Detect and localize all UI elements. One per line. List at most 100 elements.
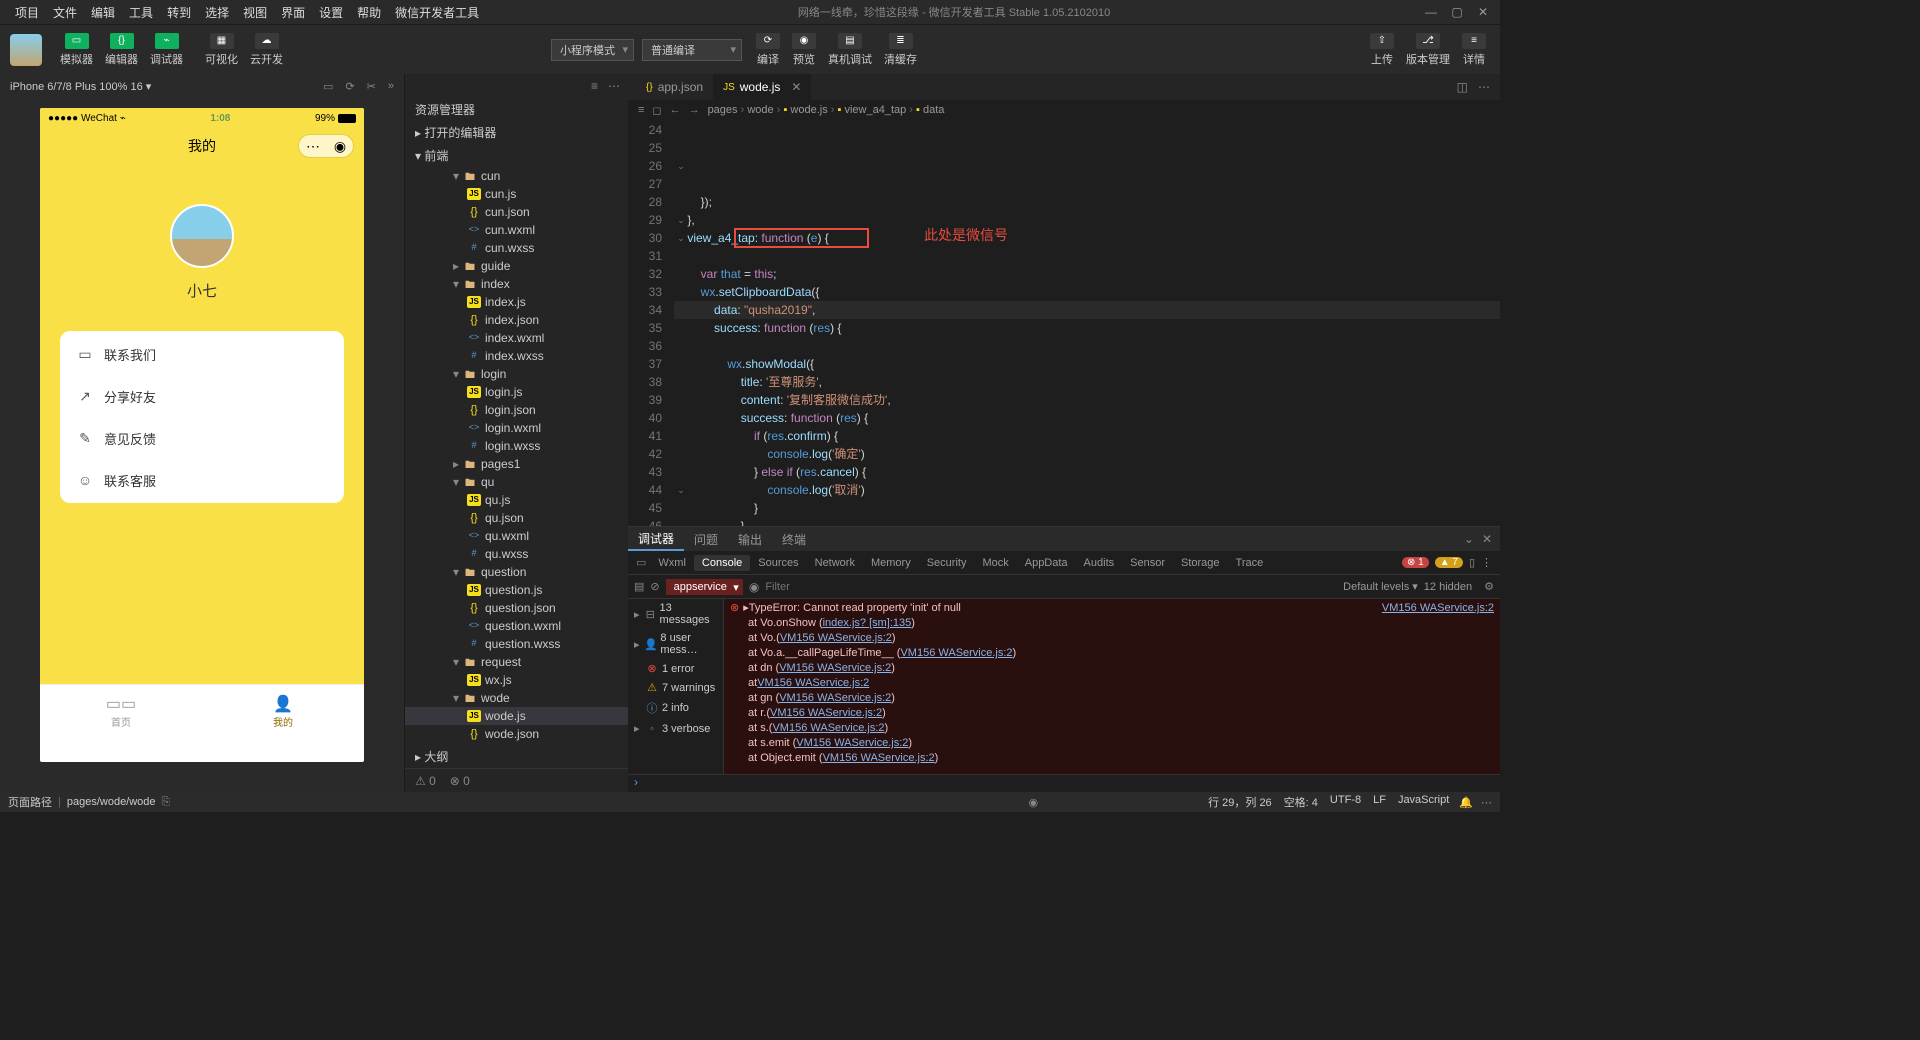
tree-request[interactable]: ▾🖿request: [405, 653, 628, 671]
inspect-icon[interactable]: ▭: [636, 556, 646, 569]
tree-cun.wxss[interactable]: #cun.wxss: [405, 239, 628, 257]
menu-微信开发者工具[interactable]: 微信开发者工具: [388, 4, 486, 21]
dev-Console[interactable]: Console: [694, 555, 750, 571]
explorer-menu-icon[interactable]: ≡: [591, 79, 598, 93]
menu-帮助[interactable]: 帮助: [350, 4, 388, 21]
status-path[interactable]: pages/wode/wode: [67, 796, 156, 808]
menu-工具[interactable]: 工具: [122, 4, 160, 21]
warn-icon[interactable]: ⚠ 0: [415, 774, 436, 788]
console-prompt[interactable]: ›: [628, 774, 1500, 792]
menu-联系客服[interactable]: ☺联系客服: [60, 459, 344, 501]
menu-编辑[interactable]: 编辑: [84, 4, 122, 21]
menu-设置[interactable]: 设置: [312, 4, 350, 21]
tree-wode.json[interactable]: {}wode.json: [405, 725, 628, 743]
tb-清缓存[interactable]: ≣清缓存: [880, 31, 921, 69]
dev-Memory[interactable]: Memory: [863, 557, 919, 569]
device-select[interactable]: iPhone 6/7/8 Plus 100% 16 ▾: [10, 80, 151, 93]
tree-index.wxss[interactable]: #index.wxss: [405, 347, 628, 365]
level-select[interactable]: Default levels ▾: [1343, 580, 1418, 593]
status-eye-icon[interactable]: ◉: [1028, 796, 1038, 809]
tree-wode[interactable]: ▾🖿wode: [405, 689, 628, 707]
tb-模拟器[interactable]: ▭模拟器: [56, 31, 97, 69]
tb-调试器[interactable]: ⌁调试器: [146, 31, 187, 69]
console-clear-icon[interactable]: ⊘: [650, 580, 659, 593]
menu-联系我们[interactable]: ▭联系我们: [60, 333, 344, 375]
tree-cun.wxml[interactable]: <>cun.wxml: [405, 221, 628, 239]
dev-expand-icon[interactable]: ▯: [1469, 556, 1475, 569]
tree-index.wxml[interactable]: <>index.wxml: [405, 329, 628, 347]
tb-上传[interactable]: ⇧上传: [1366, 31, 1398, 69]
bc-back-icon[interactable]: ←: [670, 104, 681, 117]
dev-Security[interactable]: Security: [919, 557, 975, 569]
crumb-wode[interactable]: wode: [747, 104, 773, 116]
bc-menu-icon[interactable]: ≡: [638, 104, 644, 117]
dev-Audits[interactable]: Audits: [1076, 557, 1123, 569]
tree-login[interactable]: ▾🖿login: [405, 365, 628, 383]
tree-qu.wxml[interactable]: <>qu.wxml: [405, 527, 628, 545]
status-LF[interactable]: LF: [1373, 794, 1386, 810]
tb-详情[interactable]: ≡详情: [1458, 31, 1490, 69]
dbg-min-icon[interactable]: ⌄: [1464, 532, 1474, 546]
phone-cut-icon[interactable]: ✂: [367, 80, 376, 93]
menu-意见反馈[interactable]: ✎意见反馈: [60, 417, 344, 459]
tree-login.wxss[interactable]: #login.wxss: [405, 437, 628, 455]
tb-真机调试[interactable]: ▤真机调试: [824, 31, 876, 69]
tree-pages1[interactable]: ▸🖿pages1: [405, 455, 628, 473]
tree-index.js[interactable]: JSindex.js: [405, 293, 628, 311]
tree-wx.js[interactable]: JSwx.js: [405, 671, 628, 689]
status-行 29，列 26[interactable]: 行 29，列 26: [1208, 794, 1272, 810]
dbg-输出[interactable]: 输出: [728, 527, 772, 551]
close-icon[interactable]: ✕: [1474, 5, 1492, 19]
nav-我的[interactable]: 👤我的: [202, 685, 364, 738]
tab-wode.js[interactable]: JSwode.js✕: [713, 74, 811, 100]
maximize-icon[interactable]: ▢: [1448, 5, 1466, 19]
tree-qu.js[interactable]: JSqu.js: [405, 491, 628, 509]
console-filter-input[interactable]: [765, 581, 1337, 593]
capsule-button[interactable]: ⋯◉: [298, 134, 354, 158]
dev-Network[interactable]: Network: [807, 557, 863, 569]
dbg-close-icon[interactable]: ✕: [1482, 532, 1492, 546]
filter-13 messages[interactable]: ▸⊟13 messages: [628, 599, 723, 629]
tree-guide[interactable]: ▸🖿guide: [405, 257, 628, 275]
tb-预览[interactable]: ◉预览: [788, 31, 820, 69]
error-badge[interactable]: ⊗ 1: [1402, 557, 1429, 568]
split-icon[interactable]: ◫: [1457, 80, 1468, 94]
tree-question.wxss[interactable]: #question.wxss: [405, 635, 628, 653]
tree-question.wxml[interactable]: <>question.wxml: [405, 617, 628, 635]
console-eye-icon[interactable]: ◉: [749, 580, 759, 594]
bc-bookmark-icon[interactable]: ◻: [652, 104, 661, 117]
console-sidebar-icon[interactable]: ▤: [634, 580, 644, 593]
tb-编辑器[interactable]: {}编辑器: [101, 31, 142, 69]
explorer-more-icon[interactable]: ⋯: [608, 79, 620, 93]
explorer-outline[interactable]: ▸ 大纲: [405, 745, 628, 768]
tree-question.json[interactable]: {}question.json: [405, 599, 628, 617]
menu-转到[interactable]: 转到: [160, 4, 198, 21]
tree-qu.json[interactable]: {}qu.json: [405, 509, 628, 527]
warn-badge[interactable]: ▲ 7: [1435, 557, 1463, 568]
menu-视图[interactable]: 视图: [236, 4, 274, 21]
tree-cun[interactable]: ▾🖿cun: [405, 167, 628, 185]
dev-Sources[interactable]: Sources: [750, 557, 806, 569]
mode-select[interactable]: 小程序模式: [551, 39, 634, 61]
filter-1 error[interactable]: ⊗1 error: [628, 659, 723, 678]
dev-Wxml[interactable]: Wxml: [650, 557, 694, 569]
tree-cun.js[interactable]: JScun.js: [405, 185, 628, 203]
phone-rotate-icon[interactable]: ▭: [323, 80, 333, 93]
dev-Trace[interactable]: Trace: [1228, 557, 1272, 569]
menu-项目[interactable]: 项目: [8, 4, 46, 21]
menu-界面[interactable]: 界面: [274, 4, 312, 21]
context-select[interactable]: appservice: [666, 579, 743, 595]
dev-more-icon[interactable]: ⋮: [1481, 556, 1492, 569]
tree-qu.wxss[interactable]: #qu.wxss: [405, 545, 628, 563]
filter-3 verbose[interactable]: ▸◦3 verbose: [628, 719, 723, 738]
tree-login.js[interactable]: JSlogin.js: [405, 383, 628, 401]
explorer-open-editors[interactable]: ▸ 打开的编辑器: [405, 121, 628, 144]
err-icon[interactable]: ⊗ 0: [450, 774, 470, 788]
menu-文件[interactable]: 文件: [46, 4, 84, 21]
tab-app.json[interactable]: {}app.json: [636, 74, 713, 100]
code-editor[interactable]: 2425262728293031323334353637383940414243…: [628, 120, 1500, 526]
editor-more-icon[interactable]: ⋯: [1478, 80, 1490, 94]
crumb-wode.js[interactable]: ▪ wode.js: [783, 104, 827, 116]
status-空格: 4[interactable]: 空格: 4: [1284, 794, 1318, 810]
tree-login.wxml[interactable]: <>login.wxml: [405, 419, 628, 437]
